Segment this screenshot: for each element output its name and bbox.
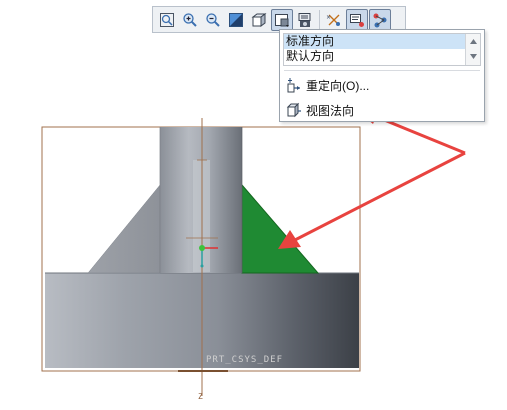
- reorient-label: 重定向(O)...: [306, 78, 370, 93]
- zoom-in-button[interactable]: [179, 9, 201, 31]
- scroll-up-button[interactable]: [466, 34, 480, 49]
- spin-center-button[interactable]: [369, 8, 391, 31]
- chevron-up-icon: [469, 39, 477, 44]
- saved-orientations-icon: [251, 12, 267, 27]
- reorient-icon: [284, 76, 302, 94]
- chevron-down-icon: [469, 54, 477, 59]
- spin-center-icon: [373, 13, 387, 27]
- normal-view-menu-item[interactable]: 视图法向: [284, 100, 480, 120]
- toolbar-separator: [319, 9, 320, 30]
- csys-origin: [199, 245, 205, 251]
- datum-display-button[interactable]: ×: [323, 9, 345, 31]
- view-manager-button[interactable]: [271, 8, 293, 31]
- refit-button[interactable]: [156, 9, 178, 31]
- scroll-down-button[interactable]: [466, 49, 480, 64]
- zoom-out-icon: [206, 12, 220, 27]
- saved-views-list[interactable]: 标准方向 默认方向: [283, 33, 481, 66]
- list-item-standard-orientation[interactable]: 标准方向: [284, 34, 480, 49]
- shading-button[interactable]: [225, 9, 247, 31]
- view-manager-icon: [275, 13, 289, 27]
- refit-icon: [160, 12, 174, 27]
- normal-view-icon: [284, 101, 302, 119]
- zoom-out-button[interactable]: [202, 9, 224, 31]
- annotation-display-icon: [350, 13, 364, 27]
- display-style-icon: [298, 12, 311, 27]
- menu-divider: [284, 70, 480, 71]
- datum-display-icon: ×: [326, 14, 340, 26]
- axis-label: Z: [198, 392, 203, 401]
- annotation-display-button[interactable]: [346, 8, 368, 31]
- saved-orientations-button[interactable]: [248, 9, 270, 31]
- normal-view-label: 视图法向: [306, 103, 355, 118]
- reorient-menu-item[interactable]: 重定向(O)...: [284, 75, 480, 95]
- list-scrollbar[interactable]: [465, 34, 480, 65]
- display-style-button[interactable]: [294, 9, 316, 31]
- svg-text:×: ×: [326, 14, 331, 21]
- list-item-default-orientation[interactable]: 默认方向: [284, 49, 480, 64]
- saved-views-dropdown: 标准方向 默认方向 重定向(O)... 视图法向: [279, 29, 485, 122]
- shading-icon: [229, 12, 243, 27]
- zoom-in-icon: [183, 12, 197, 27]
- csys-label: PRT_CSYS_DEF: [206, 355, 284, 365]
